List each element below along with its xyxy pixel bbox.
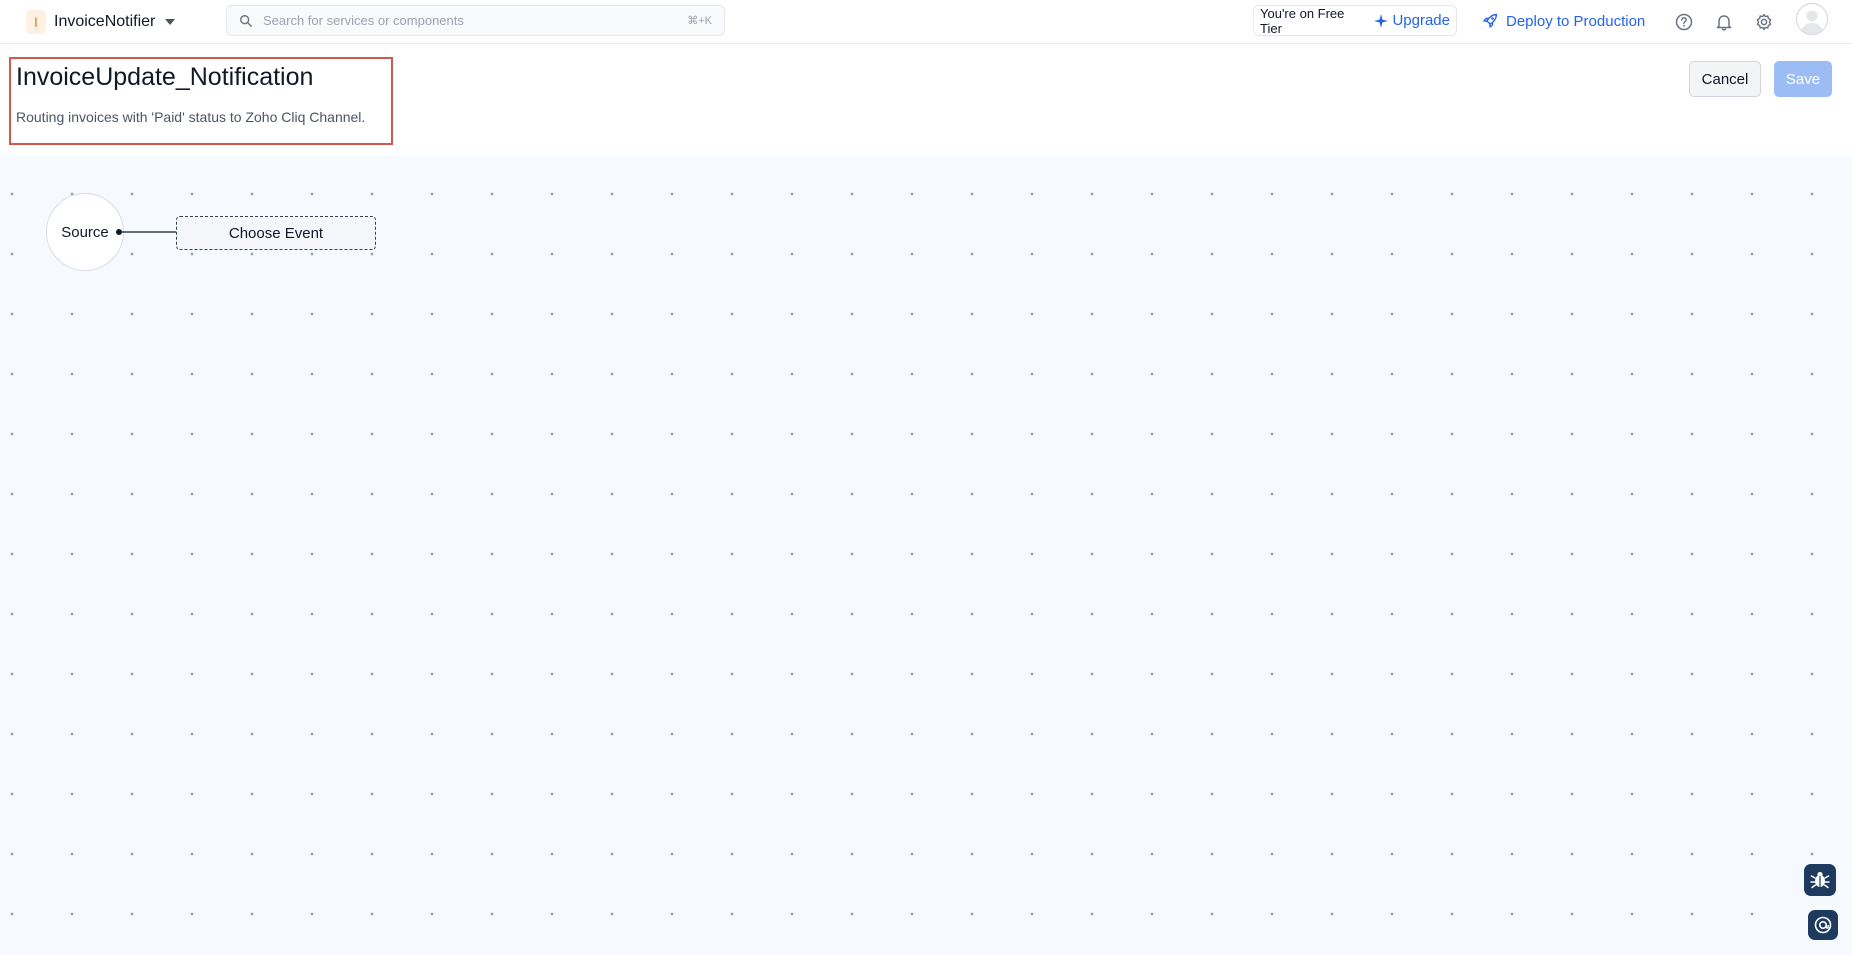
flow-header: InvoiceUpdate_Notification Routing invoi… <box>0 44 1852 156</box>
upgrade-link[interactable]: Upgrade <box>1374 12 1450 29</box>
search-bar[interactable]: ⌘+K <box>226 5 725 36</box>
source-node-label: Source <box>61 223 109 241</box>
support-chat-button[interactable] <box>1808 910 1838 940</box>
bug-report-icon <box>1810 871 1830 889</box>
search-input[interactable] <box>261 12 688 29</box>
cancel-button[interactable]: Cancel <box>1689 61 1761 97</box>
support-chat-icon <box>1814 916 1832 934</box>
tier-banner: You're on Free Tier Upgrade <box>1253 5 1457 36</box>
gear-icon[interactable] <box>1754 12 1774 32</box>
flow-description[interactable]: Routing invoices with 'Paid' status to Z… <box>16 109 365 125</box>
rocket-icon <box>1483 13 1498 28</box>
help-circle-icon[interactable] <box>1674 12 1694 32</box>
top-bar: I InvoiceNotifier ⌘+K You're on Free Tie… <box>0 0 1852 44</box>
upgrade-label: Upgrade <box>1392 12 1450 29</box>
flow-title-block: InvoiceUpdate_Notification Routing invoi… <box>9 57 393 145</box>
deploy-label: Deploy to Production <box>1506 12 1646 30</box>
choose-event-node[interactable]: Choose Event <box>176 216 376 250</box>
deploy-button[interactable]: Deploy to Production <box>1482 8 1645 34</box>
search-icon <box>240 14 252 27</box>
app-badge: I <box>26 10 46 34</box>
tier-text: You're on Free Tier <box>1260 5 1345 36</box>
bug-report-button[interactable] <box>1804 864 1836 896</box>
search-shortcut: ⌘+K <box>687 15 712 27</box>
flow-canvas[interactable]: Source Choose Event <box>0 156 1852 955</box>
user-avatar[interactable] <box>1796 3 1828 35</box>
save-button[interactable]: Save <box>1774 61 1832 97</box>
app-switcher[interactable]: I InvoiceNotifier <box>26 9 176 35</box>
flow-title[interactable]: InvoiceUpdate_Notification <box>16 63 313 92</box>
source-node[interactable]: Source <box>46 193 124 271</box>
user-icon <box>1801 10 1823 34</box>
sparkle-icon <box>1374 13 1389 28</box>
bell-icon[interactable] <box>1714 12 1734 32</box>
choose-event-label: Choose Event <box>228 224 324 242</box>
chevron-down-icon <box>165 19 176 25</box>
app-name: InvoiceNotifier <box>54 13 156 30</box>
